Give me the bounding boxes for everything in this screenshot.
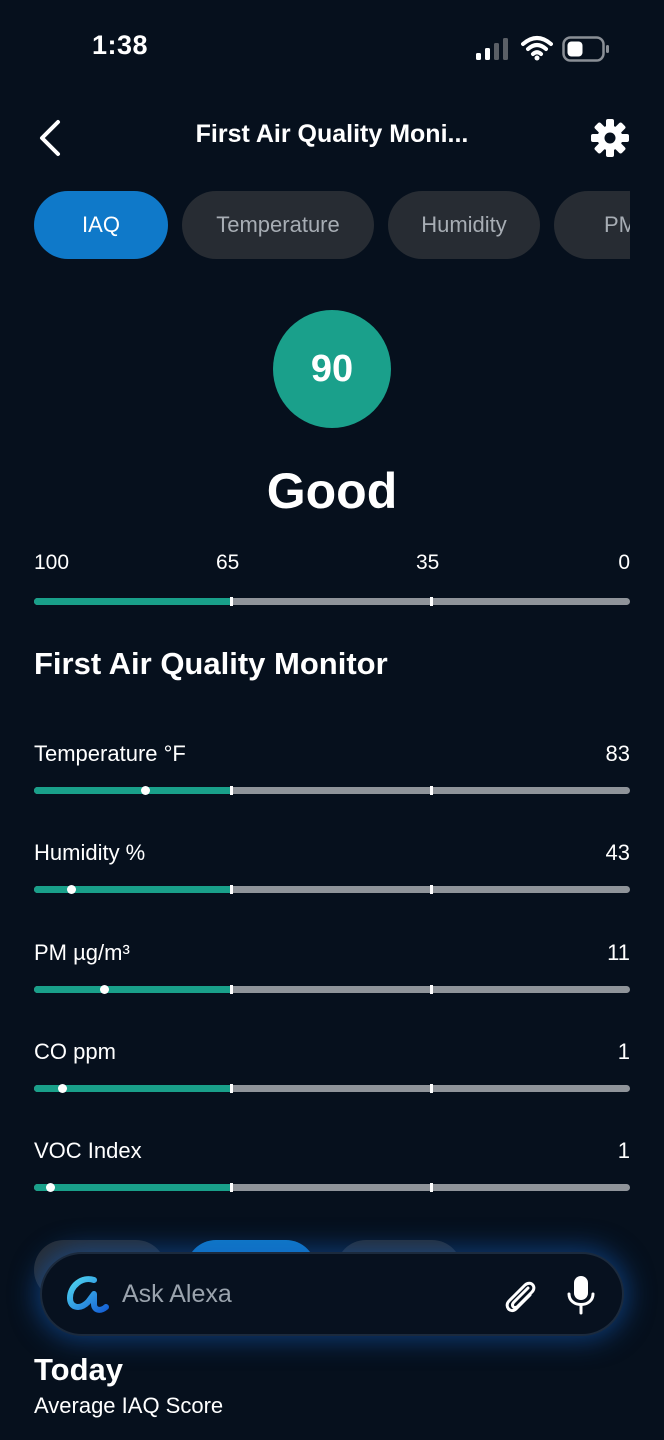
- signal-icon: [476, 38, 508, 60]
- metric-label: Temperature °F: [34, 741, 186, 766]
- metric-indicator-dot: [46, 1183, 55, 1192]
- tab-iaq[interactable]: IAQ: [34, 191, 168, 259]
- scale-tick-65: 65: [216, 551, 240, 574]
- metric-value: 43: [605, 840, 630, 865]
- metric-range-good: [34, 1184, 232, 1191]
- metric-indicator-dot: [58, 1084, 67, 1093]
- gear-icon[interactable]: [590, 118, 630, 158]
- metric-value: 11: [607, 940, 630, 965]
- metric-indicator-dot: [100, 985, 109, 994]
- metric-range-divider: [230, 985, 233, 994]
- metric-range-bar: [34, 985, 630, 994]
- summary-title: Today: [34, 1352, 123, 1387]
- tab-bar: IAQ Temperature Humidity PM: [34, 191, 630, 259]
- summary-subtitle: Average IAQ Score: [34, 1393, 224, 1418]
- battery-icon: [562, 36, 609, 62]
- metric-value: 1: [617, 1138, 630, 1163]
- metric-label: VOC Index: [34, 1138, 142, 1163]
- metric-range-bar: [34, 1183, 630, 1192]
- metric-value: 1: [617, 1039, 630, 1064]
- metric-range-divider: [230, 885, 233, 894]
- tab-pm[interactable]: PM: [554, 191, 630, 259]
- metric-indicator-dot: [141, 786, 150, 795]
- tab-humidity[interactable]: Humidity: [388, 191, 540, 259]
- scale-tick-100: 100: [34, 551, 70, 574]
- metric-range-divider: [430, 1084, 433, 1093]
- metric-range-divider: [230, 786, 233, 795]
- ask-alexa-input[interactable]: Ask Alexa: [122, 1280, 232, 1309]
- scale-fill-good: [34, 598, 232, 605]
- metric-range-good: [34, 787, 232, 794]
- metric-range-bar: [34, 786, 630, 795]
- tab-temperature[interactable]: Temperature: [182, 191, 374, 259]
- metric-range-bar: [34, 1084, 630, 1093]
- page-title: First Air Quality Moni...: [195, 120, 469, 148]
- iaq-scale-bar: [34, 597, 630, 606]
- metric-label: CO ppm: [34, 1039, 116, 1064]
- metric-range-divider: [430, 885, 433, 894]
- air-quality-status: Good: [266, 463, 398, 519]
- metric-range-good: [34, 886, 232, 893]
- device-name: First Air Quality Monitor: [34, 646, 388, 681]
- metric-indicator-dot: [67, 885, 76, 894]
- metric-label: Humidity %: [34, 840, 146, 865]
- iaq-score-badge: 90: [273, 310, 391, 428]
- alexa-logo-icon: [67, 1276, 109, 1313]
- scale-divider: [230, 597, 233, 606]
- metric-range-divider: [230, 1183, 233, 1192]
- metric-label: PM µg/m³: [34, 940, 130, 965]
- metric-range-divider: [430, 1183, 433, 1192]
- scale-divider: [430, 597, 433, 606]
- scale-tick-0: 0: [618, 551, 630, 574]
- scale-tick-35: 35: [416, 551, 440, 574]
- microphone-icon[interactable]: [566, 1274, 596, 1316]
- metric-range-good: [34, 986, 232, 993]
- metric-range-divider: [430, 786, 433, 795]
- metric-range-bar: [34, 885, 630, 894]
- wifi-icon: [521, 36, 553, 61]
- paperclip-icon[interactable]: [500, 1276, 540, 1316]
- metric-range-divider: [430, 985, 433, 994]
- status-time: 1:38: [92, 30, 149, 60]
- metric-range-divider: [230, 1084, 233, 1093]
- metric-value: 83: [605, 741, 630, 766]
